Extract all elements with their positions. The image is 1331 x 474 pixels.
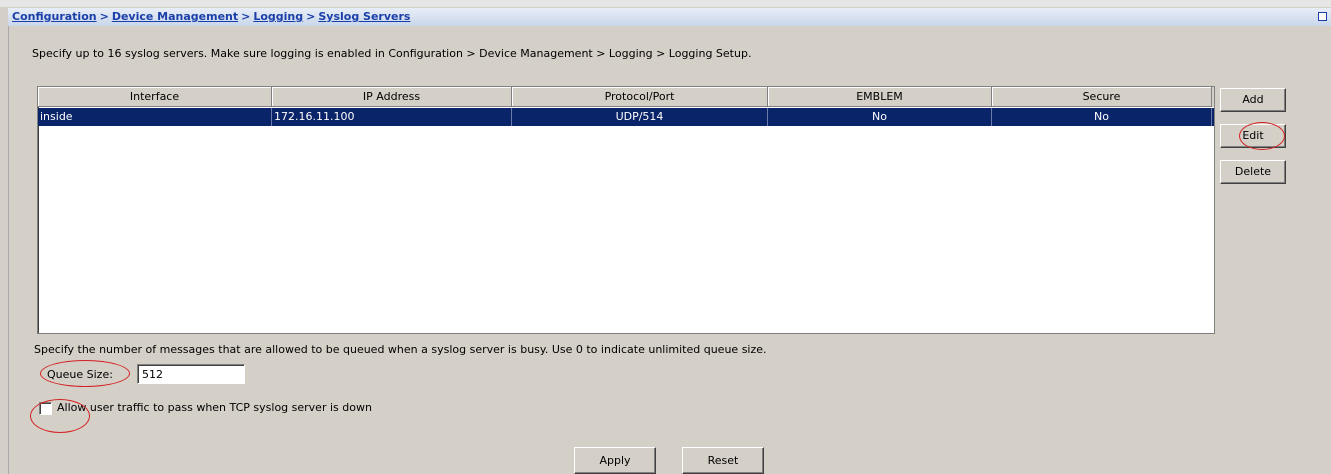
apply-button[interactable]: Apply <box>574 447 656 474</box>
breadcrumb-separator: > <box>306 10 316 23</box>
breadcrumb-device-management[interactable]: Device Management <box>112 10 238 23</box>
cell-ip-address: 172.16.11.100 <box>272 108 512 126</box>
delete-button[interactable]: Delete <box>1220 160 1286 184</box>
edit-button[interactable]: Edit <box>1220 124 1286 148</box>
cell-emblem: No <box>768 108 992 126</box>
cell-secure: No <box>992 108 1212 126</box>
column-emblem[interactable]: EMBLEM <box>768 87 992 107</box>
breadcrumb-syslog-servers[interactable]: Syslog Servers <box>318 10 410 23</box>
add-button[interactable]: Add <box>1220 88 1286 112</box>
breadcrumb-configuration[interactable]: Configuration <box>12 10 97 23</box>
allow-traffic-checkbox[interactable] <box>39 402 52 415</box>
table-row[interactable]: inside 172.16.11.100 UDP/514 No No <box>38 108 1214 126</box>
panel-header: Configuration > Device Management > Logging >… <box>8 8 1331 27</box>
cell-interface: inside <box>38 108 272 126</box>
column-protocol-port[interactable]: Protocol/Port <box>512 87 768 107</box>
breadcrumb-separator: > <box>99 10 109 23</box>
cell-protocol-port: UDP/514 <box>512 108 768 126</box>
restore-icon[interactable] <box>1318 12 1327 21</box>
breadcrumb-separator: > <box>241 10 251 23</box>
table-header: Interface IP Address Protocol/Port EMBLE… <box>38 87 1214 107</box>
queue-size-label: Queue Size: <box>47 368 113 381</box>
column-secure[interactable]: Secure <box>992 87 1212 107</box>
reset-button[interactable]: Reset <box>682 447 764 474</box>
allow-traffic-label[interactable]: Allow user traffic to pass when TCP sysl… <box>57 401 372 414</box>
breadcrumb-logging[interactable]: Logging <box>253 10 303 23</box>
breadcrumb: Configuration > Device Management > Logging >… <box>12 10 410 23</box>
page-description: Specify up to 16 syslog servers. Make su… <box>32 47 752 60</box>
syslog-servers-table: Interface IP Address Protocol/Port EMBLE… <box>37 86 1215 334</box>
window-top-strip <box>0 0 1331 7</box>
column-ip-address[interactable]: IP Address <box>272 87 512 107</box>
queue-size-input[interactable] <box>137 364 245 384</box>
queue-size-description: Specify the number of messages that are … <box>34 343 767 356</box>
column-interface[interactable]: Interface <box>38 87 272 107</box>
